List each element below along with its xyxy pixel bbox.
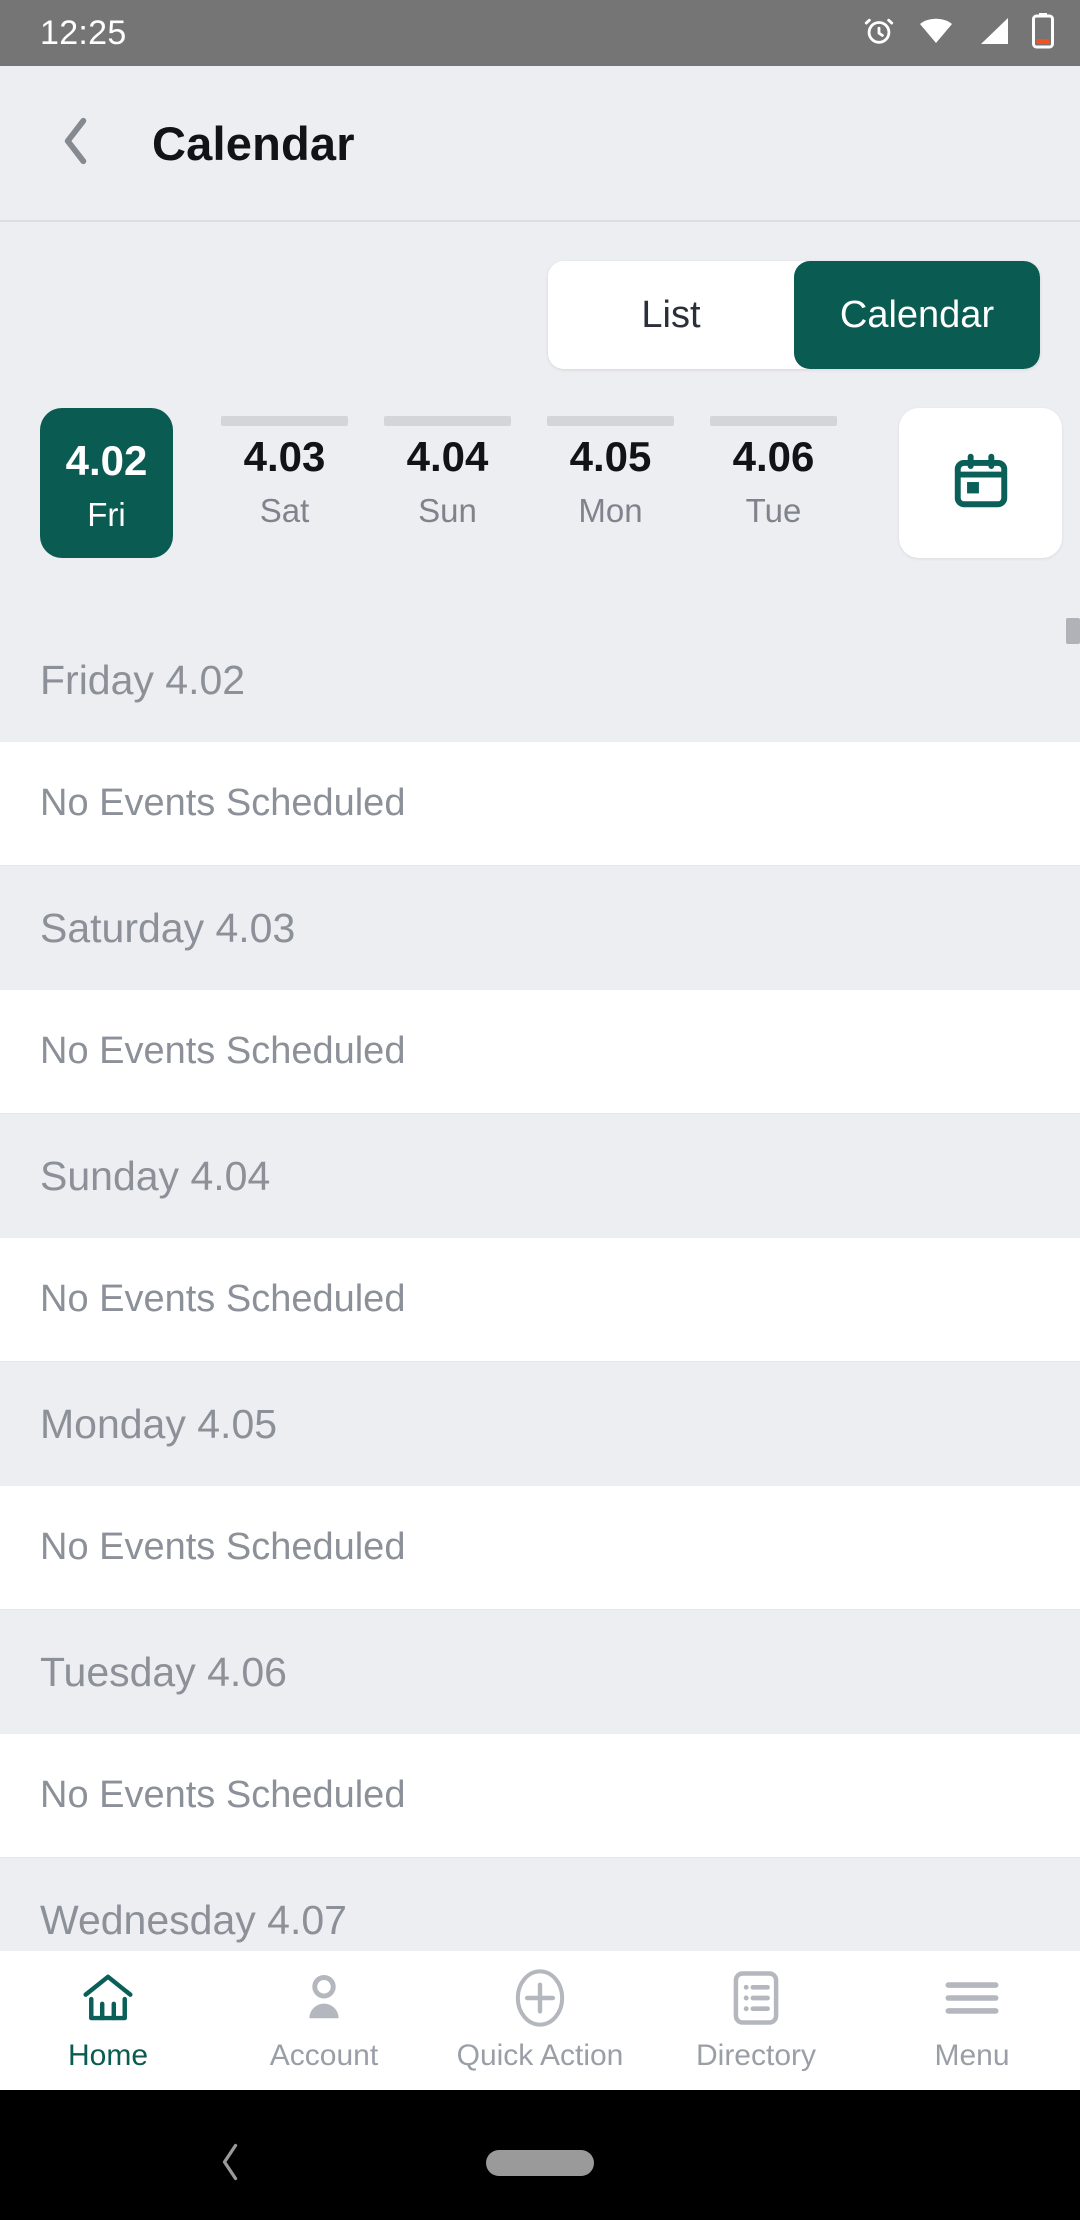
event-row-label: No Events Scheduled bbox=[40, 1278, 406, 1320]
day-header-label: Saturday 4.03 bbox=[40, 904, 296, 951]
calendar-today-icon bbox=[950, 450, 1012, 517]
day-header-label: Sunday 4.04 bbox=[40, 1152, 271, 1199]
day-header: Monday 4.05 bbox=[0, 1362, 1080, 1486]
view-toggle-container: List Calendar bbox=[0, 261, 1080, 371]
date-top-indicator bbox=[547, 416, 674, 426]
date-cell[interactable]: 4.05 Mon bbox=[529, 408, 692, 558]
status-icon-group bbox=[862, 12, 1054, 54]
date-number: 4.03 bbox=[243, 433, 326, 480]
status-bar: 12:25 bbox=[0, 0, 1080, 66]
app-bar: Calendar bbox=[0, 66, 1080, 221]
home-icon bbox=[79, 1967, 137, 2029]
date-weekday: Tue bbox=[745, 492, 802, 530]
back-button[interactable] bbox=[22, 90, 130, 198]
date-top-indicator bbox=[710, 416, 837, 426]
date-cell[interactable]: 4.03 Sat bbox=[203, 408, 366, 558]
date-cell-selected[interactable]: 4.02 Fri bbox=[40, 408, 173, 558]
nav-item-menu[interactable]: Menu bbox=[864, 1951, 1080, 2091]
nav-label: Quick Action bbox=[456, 2039, 624, 2072]
event-row[interactable]: No Events Scheduled bbox=[0, 1486, 1080, 1610]
date-top-indicator bbox=[221, 416, 348, 426]
nav-item-account[interactable]: Account bbox=[216, 1951, 432, 2091]
nav-label: Menu bbox=[934, 2039, 1010, 2072]
cell-signal-icon bbox=[976, 16, 1010, 51]
nav-label: Account bbox=[269, 2039, 379, 2072]
nav-item-directory[interactable]: Directory bbox=[648, 1951, 864, 2091]
system-back-icon[interactable] bbox=[213, 2140, 247, 2184]
alarm-icon bbox=[862, 14, 896, 53]
view-toggle: List Calendar bbox=[548, 261, 1040, 369]
date-picker-button[interactable] bbox=[899, 408, 1062, 558]
phone-screen: 12:25 Calendar List Calendar 4.02 Fri 4.… bbox=[0, 0, 1080, 2220]
day-header-label: Monday 4.05 bbox=[40, 1400, 278, 1447]
date-top-indicator bbox=[384, 416, 511, 426]
nav-label: Home bbox=[67, 2039, 149, 2072]
day-header-label: Wednesday 4.07 bbox=[40, 1896, 347, 1943]
tab-list[interactable]: List bbox=[548, 261, 794, 369]
date-weekday: Fri bbox=[87, 496, 126, 534]
page-title: Calendar bbox=[152, 117, 355, 170]
date-cell[interactable]: 4.06 Tue bbox=[692, 408, 855, 558]
system-navigation-bar bbox=[0, 2090, 1080, 2220]
day-header-label: Tuesday 4.06 bbox=[40, 1648, 287, 1695]
bottom-navigation: Home Account Quick Action Directory Menu bbox=[0, 1950, 1080, 2090]
date-number: 4.02 bbox=[65, 437, 148, 484]
day-header: Sunday 4.04 bbox=[0, 1114, 1080, 1238]
event-row[interactable]: No Events Scheduled bbox=[0, 990, 1080, 1114]
nav-label: Directory bbox=[695, 2039, 816, 2072]
status-time: 12:25 bbox=[40, 13, 127, 52]
date-cell[interactable]: 4.04 Sun bbox=[366, 408, 529, 558]
event-row[interactable]: No Events Scheduled bbox=[0, 1238, 1080, 1362]
date-weekday: Sat bbox=[259, 492, 310, 530]
event-row[interactable]: No Events Scheduled bbox=[0, 1734, 1080, 1858]
chevron-left-icon bbox=[54, 111, 98, 176]
event-row-label: No Events Scheduled bbox=[40, 1774, 406, 1816]
nav-item-home[interactable]: Home bbox=[0, 1951, 216, 2091]
nav-item-quick-action[interactable]: Quick Action bbox=[432, 1951, 648, 2091]
list-card-icon bbox=[729, 1967, 783, 2029]
day-header-label: Friday 4.02 bbox=[40, 656, 246, 703]
system-home-pill[interactable] bbox=[486, 2150, 594, 2176]
plus-circle-icon bbox=[509, 1967, 571, 2029]
tab-calendar[interactable]: Calendar bbox=[794, 261, 1040, 369]
date-number: 4.05 bbox=[569, 433, 652, 480]
day-header: Saturday 4.03 bbox=[0, 866, 1080, 990]
date-weekday: Mon bbox=[578, 492, 643, 530]
app-bar-divider bbox=[0, 220, 1080, 222]
event-row-label: No Events Scheduled bbox=[40, 1030, 406, 1072]
scrollbar-thumb[interactable] bbox=[1066, 618, 1080, 644]
battery-icon bbox=[1032, 12, 1054, 54]
wifi-icon bbox=[918, 16, 954, 51]
date-number: 4.04 bbox=[406, 433, 489, 480]
day-header: Wednesday 4.07 bbox=[0, 1858, 1080, 1950]
day-header: Tuesday 4.06 bbox=[0, 1610, 1080, 1734]
event-row-label: No Events Scheduled bbox=[40, 782, 406, 824]
date-weekday: Sun bbox=[418, 492, 477, 530]
person-icon bbox=[297, 1967, 351, 2029]
date-strip: 4.02 Fri 4.03 Sat 4.04 Sun 4.05 Mon 4.06… bbox=[0, 408, 1080, 558]
agenda-list[interactable]: Friday 4.02 No Events Scheduled Saturday… bbox=[0, 618, 1080, 1950]
day-header: Friday 4.02 bbox=[0, 618, 1080, 742]
date-number: 4.06 bbox=[732, 433, 815, 480]
hamburger-icon bbox=[944, 1967, 1000, 2029]
event-row[interactable]: No Events Scheduled bbox=[0, 742, 1080, 866]
event-row-label: No Events Scheduled bbox=[40, 1526, 406, 1568]
